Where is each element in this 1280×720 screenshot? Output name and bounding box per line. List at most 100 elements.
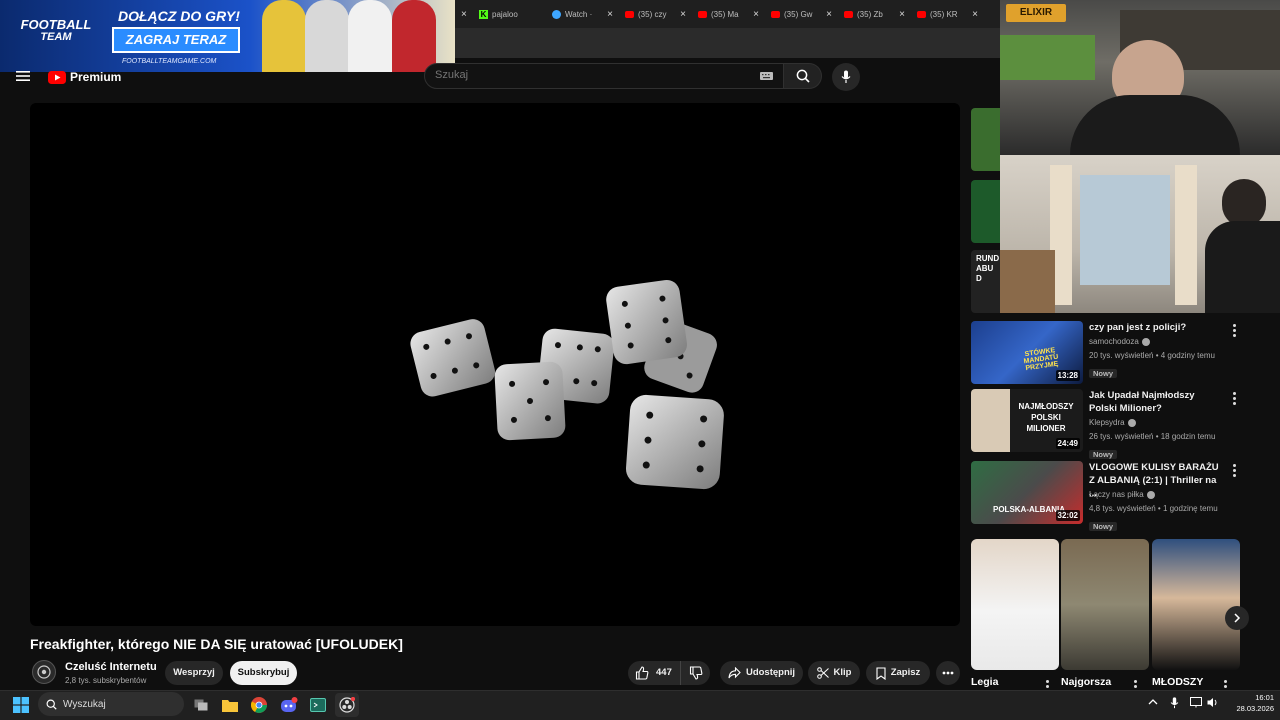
clip-label: Klip [833, 667, 852, 678]
chrome-icon[interactable] [247, 693, 271, 717]
save-button[interactable]: Zapisz [866, 661, 930, 685]
task-view-icon[interactable] [189, 693, 213, 717]
browser-tab[interactable]: (35) Ma × [692, 0, 765, 28]
short-title[interactable]: Najgorsza [1061, 676, 1111, 688]
video-title[interactable]: czy pan jest z policji? [1089, 321, 1219, 334]
streamer-webcam [1000, 0, 1280, 155]
share-button[interactable]: Udostępnij [720, 661, 803, 685]
network-icon[interactable] [1190, 697, 1202, 708]
file-explorer-icon[interactable] [218, 693, 242, 717]
video-title: Freakfighter, którego NIE DA SIĘ uratowa… [30, 636, 403, 652]
search-icon [46, 699, 57, 710]
close-icon[interactable]: × [826, 9, 832, 20]
channel-name[interactable]: samochodoza [1089, 337, 1139, 346]
streamer-body-image [1070, 95, 1240, 155]
tab-label: (35) czy [638, 9, 667, 19]
channel-row[interactable]: Łączy nas piłka [1089, 490, 1155, 499]
search-input[interactable] [435, 69, 735, 81]
ad-cta-button[interactable]: ZAGRAJ TERAZ [112, 27, 240, 53]
channel-row[interactable]: Klepsydra [1089, 418, 1136, 427]
browser-tab[interactable]: (35) Zb × [838, 0, 911, 28]
new-badge: Nowy [1089, 522, 1118, 531]
short-title[interactable]: Legia [971, 676, 998, 688]
volume-icon[interactable] [1207, 697, 1219, 708]
recommended-video[interactable]: NAJMŁODSZY POLSKI MILIONER 24:49 Jak Upa… [971, 389, 1241, 459]
tab-close-partial[interactable]: × [455, 0, 473, 28]
more-vertical-icon[interactable] [1228, 324, 1240, 337]
aquarium-image [1000, 35, 1095, 80]
recommended-video[interactable]: STÓWKĘ MANDATU PRZYJMĘ 13:28 czy pan jes… [971, 321, 1241, 385]
youtube-premium-logo[interactable]: Premium [48, 70, 121, 84]
short-thumbnail[interactable] [971, 539, 1059, 670]
partial-thumbnail[interactable] [971, 180, 1001, 243]
video-player[interactable] [30, 103, 960, 626]
channel-logo-icon [37, 665, 51, 679]
channel-row[interactable]: samochodoza [1089, 337, 1150, 346]
shorts-next-button[interactable] [1225, 606, 1249, 630]
browser-tab[interactable]: (35) czy × [619, 0, 692, 28]
obs-icon[interactable] [335, 693, 359, 717]
channel-name[interactable]: Łączy nas piłka [1089, 490, 1144, 499]
channel-avatar[interactable] [32, 660, 56, 684]
keyboard-icon[interactable] [760, 72, 773, 80]
microphone-icon[interactable] [1170, 697, 1179, 709]
channel-name[interactable]: Klepsydra [1089, 418, 1125, 427]
share-icon [728, 667, 741, 679]
subscribe-button[interactable]: Subskrybuj [230, 661, 297, 685]
thumbnail-text: NAJMŁODSZY POLSKI MILIONER [1018, 402, 1074, 433]
close-icon[interactable]: × [461, 9, 467, 20]
close-icon[interactable]: × [899, 9, 905, 20]
browser-tab[interactable]: Watch · × [546, 0, 619, 28]
short-title[interactable]: MŁODSZY [1152, 676, 1203, 688]
close-icon[interactable]: × [607, 9, 613, 20]
new-badge: Nowy [1089, 450, 1118, 459]
chevron-up-icon[interactable] [1148, 698, 1158, 706]
clip-button[interactable]: Klip [808, 661, 860, 685]
partial-thumb-text: ABU D [976, 264, 994, 283]
partial-thumbnail[interactable] [971, 108, 1001, 171]
more-actions-button[interactable] [936, 661, 960, 685]
app-window-icon[interactable] [306, 693, 330, 717]
close-icon[interactable]: × [972, 9, 978, 20]
verified-icon [1127, 418, 1136, 427]
close-icon[interactable]: × [680, 9, 686, 20]
ad-banner[interactable]: FOOTBALL TEAM DOŁĄCZ DO GRY! ZAGRAJ TERA… [0, 0, 455, 72]
like-button[interactable]: 447 [628, 661, 681, 685]
more-vertical-icon[interactable] [1228, 392, 1240, 405]
taskbar-search[interactable]: Wyszukaj [38, 692, 184, 716]
address-bar[interactable] [455, 28, 1000, 58]
channel-name[interactable]: Czeluść Internetu [65, 661, 157, 673]
more-vertical-icon[interactable] [1228, 464, 1240, 477]
youtube-icon [844, 10, 853, 18]
youtube-logo-icon [48, 70, 66, 84]
video-thumbnail[interactable]: POLSKA-ALBANIA 32:02 [971, 461, 1083, 524]
video-title[interactable]: Jak Upadał Najmłodszy Polski Milioner? [1089, 389, 1219, 415]
search-box[interactable] [424, 63, 784, 89]
bookmark-icon [876, 666, 886, 680]
support-button[interactable]: Wesprzyj [165, 661, 223, 685]
search-button[interactable] [784, 63, 822, 89]
video-thumbnail[interactable]: NAJMŁODSZY POLSKI MILIONER 24:49 [971, 389, 1083, 452]
ad-url: FOOTBALLTEAMGAME.COM [122, 58, 217, 65]
menu-icon[interactable] [16, 70, 30, 82]
voice-search-button[interactable] [832, 63, 860, 91]
browser-tab[interactable]: (35) Gw × [765, 0, 838, 28]
subscriber-count: 2,8 tys. subskrybentów [65, 676, 147, 685]
browser-tab[interactable]: K pajaloo [473, 0, 546, 28]
short-thumbnail[interactable] [1152, 539, 1240, 670]
tab-label: pajaloo [492, 9, 518, 19]
kick-icon: K [479, 9, 488, 19]
partial-thumbnail[interactable]: RUND ABU D [971, 250, 1001, 313]
ad-logo-line2: TEAM [40, 31, 72, 43]
recommended-video[interactable]: POLSKA-ALBANIA 32:02 VLOGOWE KULISY BARA… [971, 461, 1241, 531]
taskbar-clock[interactable]: 16:01 28.03.2026 [1226, 692, 1274, 714]
short-thumbnail[interactable] [1061, 539, 1149, 670]
browser-tab[interactable]: (35) KR × [911, 0, 984, 28]
video-thumbnail[interactable]: STÓWKĘ MANDATU PRZYJMĘ 13:28 [971, 321, 1083, 384]
video-duration: 24:49 [1055, 438, 1080, 449]
youtube-icon [625, 10, 634, 18]
close-icon[interactable]: × [753, 9, 759, 20]
windows-start-icon[interactable] [9, 693, 33, 717]
dislike-button[interactable] [681, 661, 710, 685]
discord-icon[interactable] [277, 693, 301, 717]
